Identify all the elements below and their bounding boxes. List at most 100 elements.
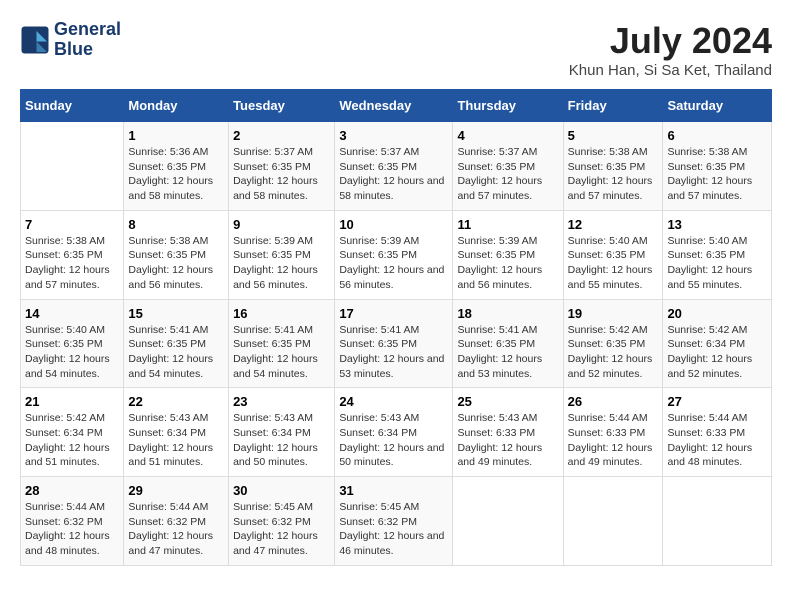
day-info: Sunrise: 5:42 AMSunset: 6:34 PMDaylight:… (667, 323, 767, 382)
calendar-cell: 27 Sunrise: 5:44 AMSunset: 6:33 PMDaylig… (663, 388, 772, 477)
calendar-cell: 7 Sunrise: 5:38 AMSunset: 6:35 PMDayligh… (21, 210, 124, 299)
calendar-week-row: 1 Sunrise: 5:36 AMSunset: 6:35 PMDayligh… (21, 122, 772, 211)
day-info: Sunrise: 5:37 AMSunset: 6:35 PMDaylight:… (457, 145, 558, 204)
day-number: 27 (667, 394, 767, 409)
day-number: 14 (25, 306, 119, 321)
day-number: 9 (233, 217, 330, 232)
day-info: Sunrise: 5:43 AMSunset: 6:33 PMDaylight:… (457, 411, 558, 470)
day-info: Sunrise: 5:43 AMSunset: 6:34 PMDaylight:… (233, 411, 330, 470)
calendar-cell: 24 Sunrise: 5:43 AMSunset: 6:34 PMDaylig… (335, 388, 453, 477)
day-number: 18 (457, 306, 558, 321)
day-number: 23 (233, 394, 330, 409)
day-info: Sunrise: 5:41 AMSunset: 6:35 PMDaylight:… (339, 323, 448, 382)
day-info: Sunrise: 5:44 AMSunset: 6:33 PMDaylight:… (568, 411, 659, 470)
header-saturday: Saturday (663, 90, 772, 122)
day-number: 12 (568, 217, 659, 232)
calendar-title: July 2024 (569, 20, 772, 62)
day-number: 28 (25, 483, 119, 498)
day-number: 10 (339, 217, 448, 232)
calendar-cell (453, 477, 563, 566)
day-info: Sunrise: 5:37 AMSunset: 6:35 PMDaylight:… (233, 145, 330, 204)
calendar-cell: 4 Sunrise: 5:37 AMSunset: 6:35 PMDayligh… (453, 122, 563, 211)
calendar-cell: 15 Sunrise: 5:41 AMSunset: 6:35 PMDaylig… (124, 299, 229, 388)
day-info: Sunrise: 5:40 AMSunset: 6:35 PMDaylight:… (25, 323, 119, 382)
day-number: 6 (667, 128, 767, 143)
calendar-cell: 10 Sunrise: 5:39 AMSunset: 6:35 PMDaylig… (335, 210, 453, 299)
day-info: Sunrise: 5:42 AMSunset: 6:34 PMDaylight:… (25, 411, 119, 470)
calendar-header-row: Sunday Monday Tuesday Wednesday Thursday… (21, 90, 772, 122)
day-number: 22 (128, 394, 224, 409)
day-info: Sunrise: 5:41 AMSunset: 6:35 PMDaylight:… (128, 323, 224, 382)
calendar-cell: 26 Sunrise: 5:44 AMSunset: 6:33 PMDaylig… (563, 388, 663, 477)
calendar-cell: 2 Sunrise: 5:37 AMSunset: 6:35 PMDayligh… (229, 122, 335, 211)
day-number: 24 (339, 394, 448, 409)
header-monday: Monday (124, 90, 229, 122)
calendar-cell: 30 Sunrise: 5:45 AMSunset: 6:32 PMDaylig… (229, 477, 335, 566)
day-info: Sunrise: 5:37 AMSunset: 6:35 PMDaylight:… (339, 145, 448, 204)
calendar-week-row: 21 Sunrise: 5:42 AMSunset: 6:34 PMDaylig… (21, 388, 772, 477)
header-friday: Friday (563, 90, 663, 122)
calendar-cell: 29 Sunrise: 5:44 AMSunset: 6:32 PMDaylig… (124, 477, 229, 566)
day-number: 21 (25, 394, 119, 409)
day-info: Sunrise: 5:45 AMSunset: 6:32 PMDaylight:… (233, 500, 330, 559)
logo-text: General Blue (54, 20, 121, 60)
day-info: Sunrise: 5:39 AMSunset: 6:35 PMDaylight:… (457, 234, 558, 293)
day-info: Sunrise: 5:43 AMSunset: 6:34 PMDaylight:… (128, 411, 224, 470)
day-info: Sunrise: 5:38 AMSunset: 6:35 PMDaylight:… (25, 234, 119, 293)
day-info: Sunrise: 5:40 AMSunset: 6:35 PMDaylight:… (667, 234, 767, 293)
calendar-cell: 23 Sunrise: 5:43 AMSunset: 6:34 PMDaylig… (229, 388, 335, 477)
page-header: General Blue July 2024 Khun Han, Si Sa K… (20, 20, 772, 79)
day-number: 31 (339, 483, 448, 498)
calendar-cell: 8 Sunrise: 5:38 AMSunset: 6:35 PMDayligh… (124, 210, 229, 299)
calendar-cell: 3 Sunrise: 5:37 AMSunset: 6:35 PMDayligh… (335, 122, 453, 211)
day-info: Sunrise: 5:42 AMSunset: 6:35 PMDaylight:… (568, 323, 659, 382)
calendar-cell (21, 122, 124, 211)
title-area: July 2024 Khun Han, Si Sa Ket, Thailand (569, 20, 772, 79)
calendar-cell: 13 Sunrise: 5:40 AMSunset: 6:35 PMDaylig… (663, 210, 772, 299)
header-tuesday: Tuesday (229, 90, 335, 122)
calendar-cell: 20 Sunrise: 5:42 AMSunset: 6:34 PMDaylig… (663, 299, 772, 388)
calendar-cell: 17 Sunrise: 5:41 AMSunset: 6:35 PMDaylig… (335, 299, 453, 388)
day-number: 13 (667, 217, 767, 232)
day-info: Sunrise: 5:39 AMSunset: 6:35 PMDaylight:… (233, 234, 330, 293)
header-wednesday: Wednesday (335, 90, 453, 122)
day-number: 15 (128, 306, 224, 321)
day-number: 16 (233, 306, 330, 321)
calendar-week-row: 28 Sunrise: 5:44 AMSunset: 6:32 PMDaylig… (21, 477, 772, 566)
calendar-cell: 18 Sunrise: 5:41 AMSunset: 6:35 PMDaylig… (453, 299, 563, 388)
day-number: 30 (233, 483, 330, 498)
calendar-cell: 31 Sunrise: 5:45 AMSunset: 6:32 PMDaylig… (335, 477, 453, 566)
calendar-cell: 11 Sunrise: 5:39 AMSunset: 6:35 PMDaylig… (453, 210, 563, 299)
day-number: 25 (457, 394, 558, 409)
day-number: 3 (339, 128, 448, 143)
day-number: 7 (25, 217, 119, 232)
day-info: Sunrise: 5:43 AMSunset: 6:34 PMDaylight:… (339, 411, 448, 470)
day-info: Sunrise: 5:41 AMSunset: 6:35 PMDaylight:… (457, 323, 558, 382)
calendar-cell: 5 Sunrise: 5:38 AMSunset: 6:35 PMDayligh… (563, 122, 663, 211)
day-info: Sunrise: 5:36 AMSunset: 6:35 PMDaylight:… (128, 145, 224, 204)
day-info: Sunrise: 5:40 AMSunset: 6:35 PMDaylight:… (568, 234, 659, 293)
day-info: Sunrise: 5:41 AMSunset: 6:35 PMDaylight:… (233, 323, 330, 382)
day-info: Sunrise: 5:38 AMSunset: 6:35 PMDaylight:… (667, 145, 767, 204)
day-info: Sunrise: 5:44 AMSunset: 6:33 PMDaylight:… (667, 411, 767, 470)
calendar-cell: 19 Sunrise: 5:42 AMSunset: 6:35 PMDaylig… (563, 299, 663, 388)
day-number: 20 (667, 306, 767, 321)
day-number: 19 (568, 306, 659, 321)
calendar-week-row: 7 Sunrise: 5:38 AMSunset: 6:35 PMDayligh… (21, 210, 772, 299)
header-sunday: Sunday (21, 90, 124, 122)
day-info: Sunrise: 5:44 AMSunset: 6:32 PMDaylight:… (25, 500, 119, 559)
logo: General Blue (20, 20, 121, 60)
day-number: 17 (339, 306, 448, 321)
day-number: 1 (128, 128, 224, 143)
day-number: 29 (128, 483, 224, 498)
day-number: 26 (568, 394, 659, 409)
calendar-cell: 16 Sunrise: 5:41 AMSunset: 6:35 PMDaylig… (229, 299, 335, 388)
day-info: Sunrise: 5:45 AMSunset: 6:32 PMDaylight:… (339, 500, 448, 559)
calendar-cell: 6 Sunrise: 5:38 AMSunset: 6:35 PMDayligh… (663, 122, 772, 211)
calendar-subtitle: Khun Han, Si Sa Ket, Thailand (569, 62, 772, 79)
day-number: 4 (457, 128, 558, 143)
logo-icon (20, 25, 50, 55)
calendar-cell: 28 Sunrise: 5:44 AMSunset: 6:32 PMDaylig… (21, 477, 124, 566)
calendar-cell: 25 Sunrise: 5:43 AMSunset: 6:33 PMDaylig… (453, 388, 563, 477)
day-number: 8 (128, 217, 224, 232)
